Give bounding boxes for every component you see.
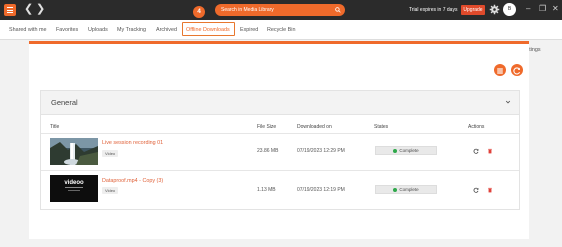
file-size: 1.13 MB xyxy=(257,187,276,193)
restore-icon[interactable]: ❐ xyxy=(539,3,546,15)
search-placeholder: Search in Media Library xyxy=(221,7,274,13)
back-arrow-icon[interactable]: ❮ xyxy=(24,3,33,16)
close-icon[interactable]: ✕ xyxy=(552,3,559,15)
avatar[interactable]: B xyxy=(503,3,516,16)
column-downloaded-on: Downloaded on xyxy=(297,124,332,130)
tab-bar: Shared with me Favorites Uploads My Trac… xyxy=(0,20,562,53)
media-type-tag: Video xyxy=(102,150,119,157)
refresh-button[interactable] xyxy=(511,64,523,76)
svg-text:videoo: videoo xyxy=(64,180,84,186)
tab-recycle-bin[interactable]: Recycle Bin xyxy=(267,20,295,40)
tab-archived[interactable]: Archived xyxy=(156,20,177,40)
menu-icon[interactable] xyxy=(4,4,16,16)
status-label: Complete xyxy=(399,187,419,192)
status-badge: Complete xyxy=(375,146,437,155)
check-circle-icon xyxy=(393,187,398,192)
column-file-size: File Size xyxy=(257,124,277,130)
status-badge: Complete xyxy=(375,185,437,194)
minimize-icon[interactable]: – xyxy=(526,3,530,15)
upgrade-button[interactable]: Upgrade xyxy=(461,5,485,15)
divider xyxy=(41,170,519,171)
file-size: 23.86 MB xyxy=(257,148,279,154)
column-states: States xyxy=(374,124,389,130)
search-icon[interactable] xyxy=(335,7,341,13)
column-actions: Actions xyxy=(468,124,485,130)
media-type-tag: Video xyxy=(102,187,119,194)
media-title[interactable]: Dataproof.mp4 - Copy (3) xyxy=(102,177,163,185)
trash-icon[interactable] xyxy=(487,148,493,154)
step-badge: 4 xyxy=(193,6,205,18)
group-title: General xyxy=(51,98,78,107)
downloaded-date: 07/19/2023 12:19 PM xyxy=(297,187,345,193)
divider xyxy=(41,133,519,134)
media-title[interactable]: Live session recording 01 xyxy=(102,139,163,147)
tab-expired[interactable]: Expired xyxy=(240,20,258,40)
check-circle-icon xyxy=(393,148,398,153)
trial-text: Trial expires in 7 days xyxy=(409,7,458,13)
video-thumbnail[interactable]: videoo xyxy=(50,175,98,202)
group-header[interactable]: General xyxy=(41,91,519,115)
tab-shared-with-me[interactable]: Shared with me xyxy=(9,20,46,40)
grid-view-icon xyxy=(497,68,503,74)
video-thumbnail[interactable] xyxy=(50,138,98,165)
trash-icon[interactable] xyxy=(487,187,493,193)
top-bar: ❮ ❯ Search in Media Library Trial expire… xyxy=(0,0,562,20)
downloaded-date: 07/19/2023 12:29 PM xyxy=(297,148,345,154)
forward-arrow-icon[interactable]: ❯ xyxy=(36,3,45,16)
tab-uploads[interactable]: Uploads xyxy=(88,20,108,40)
gear-icon[interactable] xyxy=(489,4,500,15)
tab-my-tracking[interactable]: My Tracking xyxy=(117,20,146,40)
chevron-down-icon[interactable] xyxy=(505,99,511,105)
grid-view-button[interactable] xyxy=(494,64,506,76)
refresh-icon xyxy=(513,67,521,75)
status-label: Complete xyxy=(399,148,419,153)
tab-favorites[interactable]: Favorites xyxy=(56,20,78,40)
search-input[interactable]: Search in Media Library xyxy=(215,4,345,16)
column-title: Title xyxy=(50,124,60,130)
tab-highlight-outline xyxy=(182,22,235,36)
refresh-icon[interactable] xyxy=(473,148,479,154)
refresh-icon[interactable] xyxy=(473,187,479,193)
